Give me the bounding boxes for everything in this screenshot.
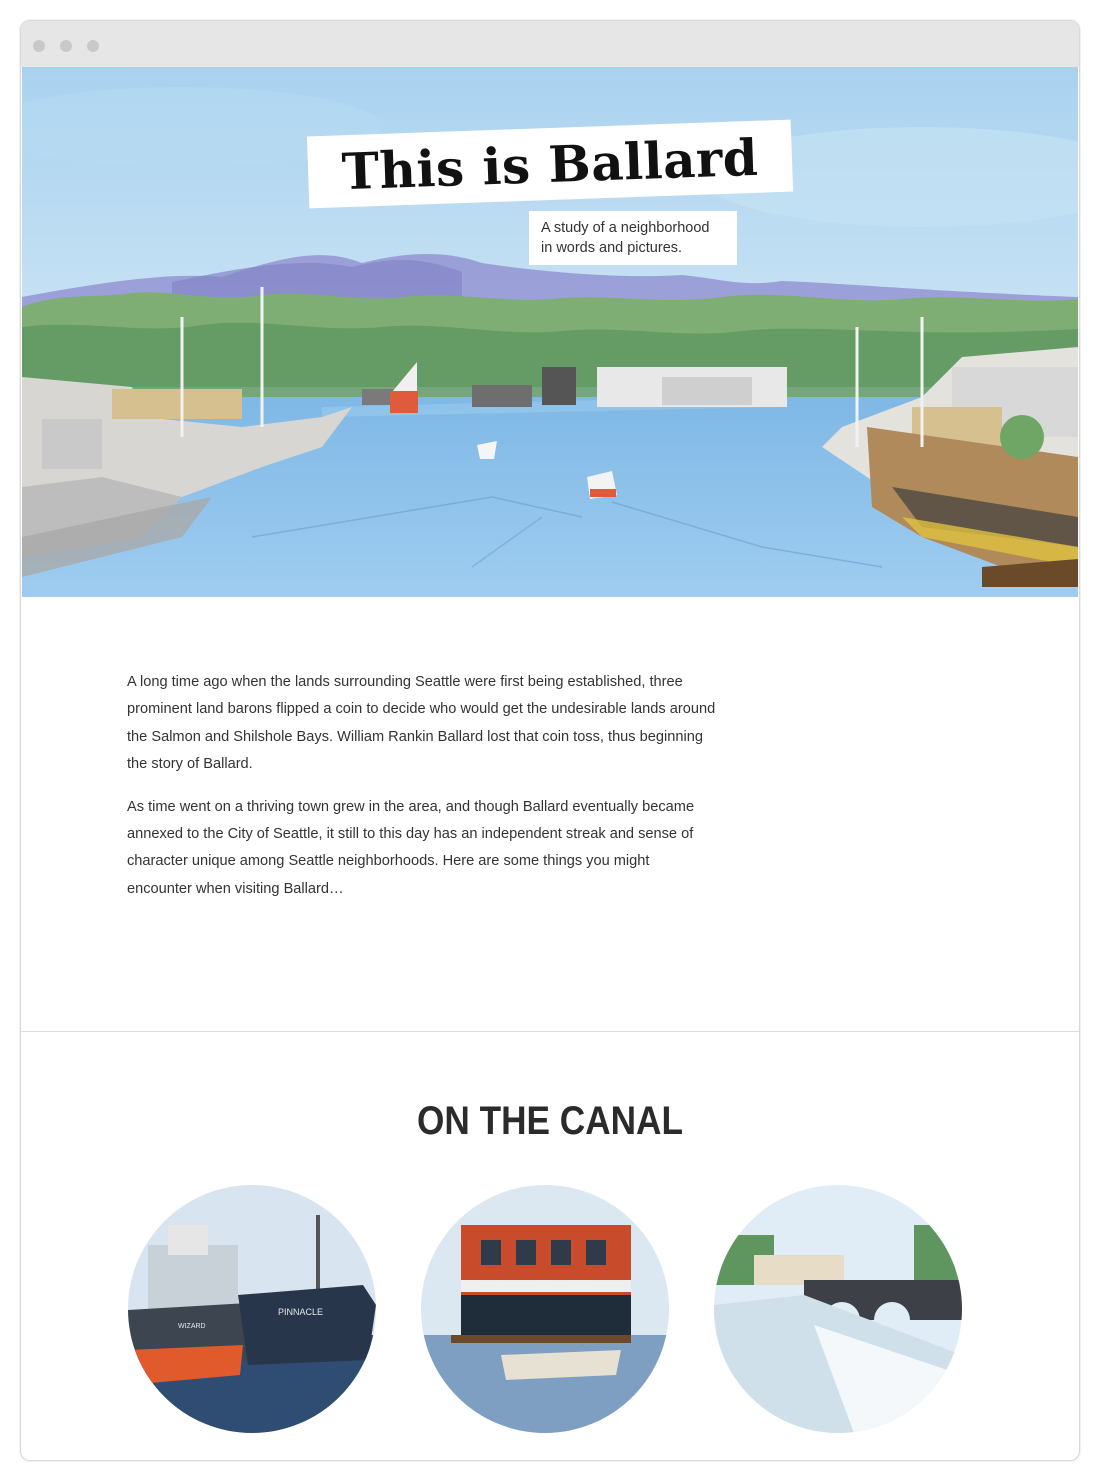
boat-label: WIZARD (178, 1323, 206, 1330)
fishing-boats-icon: PINNACLE WIZARD (128, 1185, 376, 1433)
houseboat-icon (421, 1185, 669, 1433)
hero-banner: This is Ballard A study of a neighborhoo… (22, 67, 1078, 597)
canal-card-locks-bridge[interactable] (714, 1185, 962, 1433)
window-dot-icon[interactable] (87, 40, 99, 52)
locks-bridge-icon (714, 1185, 962, 1433)
window-dot-icon[interactable] (33, 40, 45, 52)
boat-label: PINNACLE (278, 1307, 323, 1317)
canal-card-fishing-boats[interactable]: PINNACLE WIZARD (128, 1185, 376, 1433)
window-dot-icon[interactable] (60, 40, 72, 52)
intro-paragraph: A long time ago when the lands surroundi… (127, 674, 716, 773)
section-heading: ON THE CANAL (417, 1099, 683, 1143)
canal-card-houseboat[interactable] (421, 1185, 669, 1433)
intro-text: A long time ago when the lands surroundi… (127, 669, 717, 918)
hero-tagline: A study of a neighborhood in words and p… (529, 211, 737, 265)
window-titlebar (21, 21, 1079, 67)
hero-title: This is Ballard (340, 127, 760, 201)
intro-paragraph: As time went on a thriving town grew in … (127, 798, 695, 897)
section-divider (21, 1031, 1079, 1032)
browser-window: This is Ballard A study of a neighborhoo… (20, 20, 1080, 1461)
